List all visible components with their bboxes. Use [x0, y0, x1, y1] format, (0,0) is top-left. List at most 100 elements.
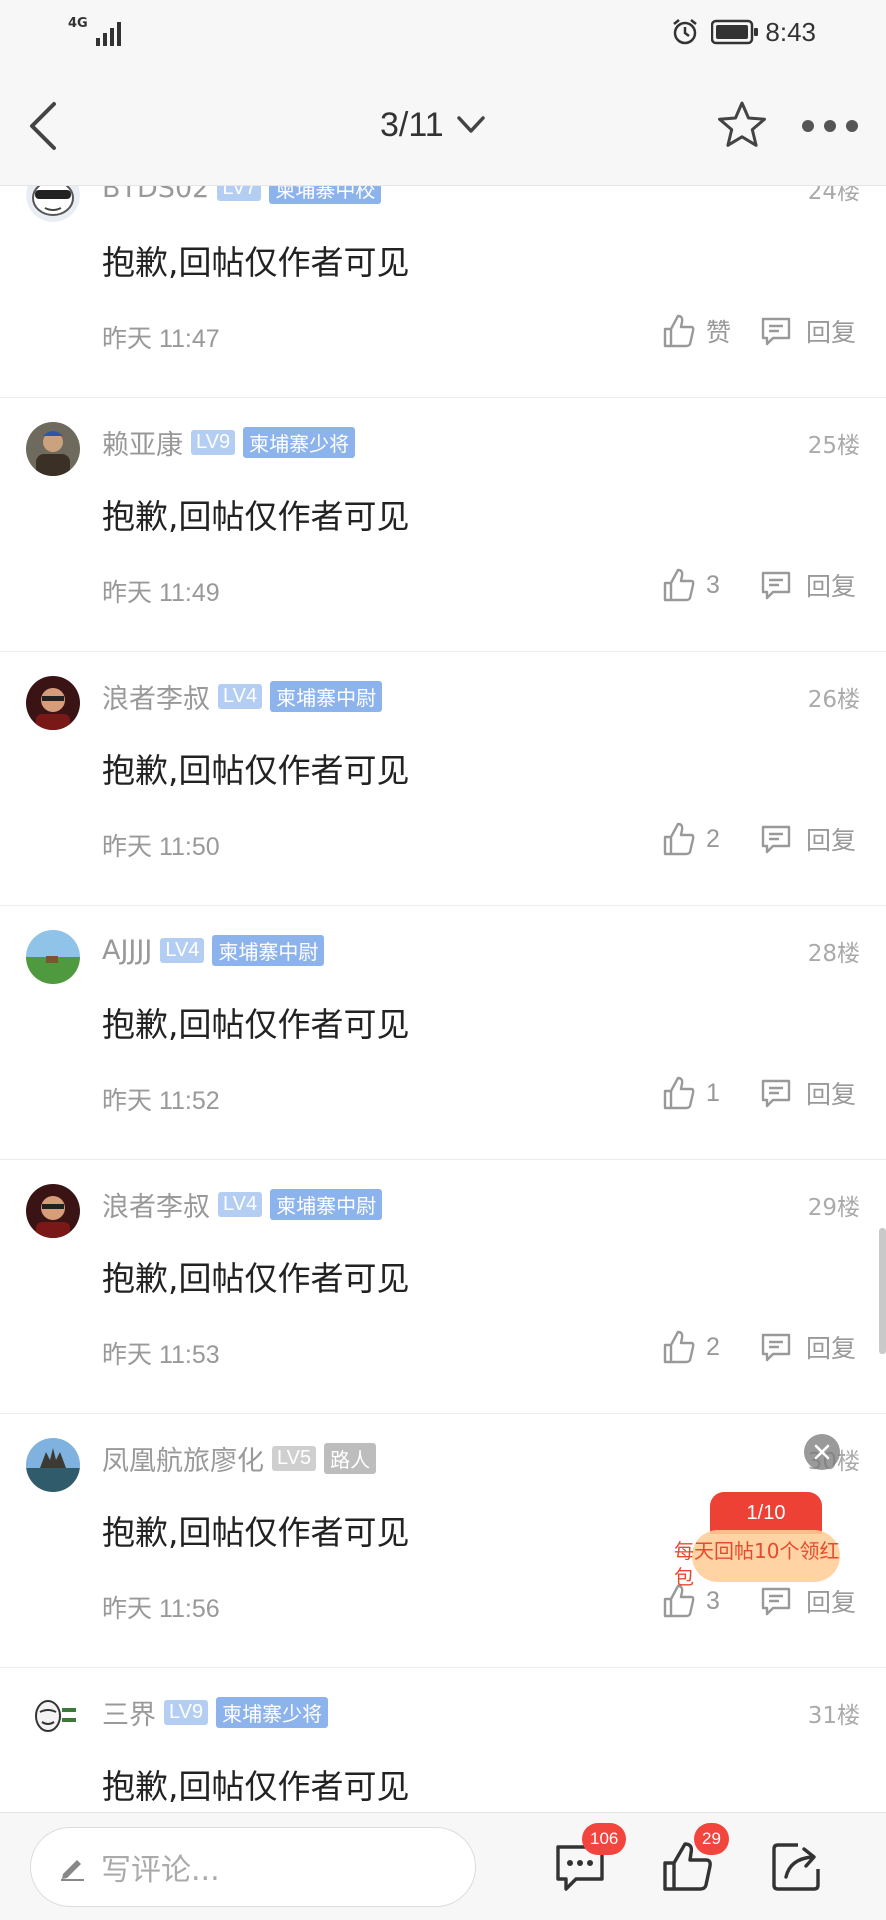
reply-author: 凤凰航旅廖化 LV5 路人 — [102, 1438, 377, 1478]
username[interactable]: 赖亚康 — [102, 423, 183, 462]
share-icon[interactable] — [768, 1839, 824, 1895]
avatar[interactable] — [26, 186, 80, 222]
reply-content: 抱歉,回帖仅作者可见 — [102, 243, 410, 282]
top-navigation-bar: 3/11 — [0, 66, 886, 186]
level-badge: LV4 — [218, 683, 263, 709]
avatar[interactable] — [26, 422, 80, 476]
avatar[interactable] — [26, 676, 80, 730]
network-indicator: 4G — [68, 14, 128, 50]
scrollbar[interactable] — [879, 1228, 886, 1354]
level-badge: LV9 — [164, 1699, 209, 1725]
username[interactable]: 凤凰航旅廖化 — [102, 1439, 264, 1478]
reply-content: 抱歉,回帖仅作者可见 — [102, 1259, 410, 1298]
like-count: 1 — [706, 1078, 720, 1107]
pencil-icon — [61, 1860, 84, 1881]
reply-button[interactable]: 回复 — [760, 1071, 856, 1115]
like-button[interactable]: 2 — [662, 1325, 720, 1369]
username[interactable]: AJJJJ — [102, 935, 152, 966]
rank-badge: 柬埔寨少将 — [216, 1696, 329, 1728]
username[interactable]: 浪者李叔 — [102, 1185, 210, 1224]
like-count: 2 — [706, 1332, 720, 1361]
reply-author: 赖亚康 LV9 柬埔寨少将 — [102, 422, 356, 462]
rank-badge: 柬埔寨中校 — [269, 186, 382, 204]
page-selector[interactable]: 3/11 — [380, 98, 486, 152]
back-icon[interactable] — [26, 100, 60, 152]
reply-item: BTDS02 LV7 柬埔寨中校 24楼 抱歉,回帖仅作者可见 昨天 11:47… — [0, 186, 886, 398]
reply-time: 昨天 11:47 — [102, 325, 220, 353]
floor-number: 31楼 — [807, 1703, 860, 1729]
reply-icon — [761, 1079, 791, 1108]
likes-count-badge: 29 — [694, 1823, 729, 1855]
reply-label: 回复 — [806, 1080, 857, 1109]
reply-item: 浪者李叔 LV4 柬埔寨中尉 26楼 抱歉,回帖仅作者可见 昨天 11:50 2… — [0, 652, 886, 906]
reply-content: 抱歉,回帖仅作者可见 — [102, 1513, 410, 1552]
status-time: 8:43 — [765, 16, 816, 47]
username[interactable]: 三界 — [102, 1693, 156, 1732]
alarm-icon — [673, 19, 698, 45]
red-packet-promo[interactable]: 1/10 每天回帖10个领红包 — [668, 1434, 840, 1600]
floor-number: 26楼 — [807, 687, 860, 713]
avatar[interactable] — [26, 1184, 80, 1238]
reply-time: 昨天 11:49 — [102, 579, 220, 607]
floor-number: 29楼 — [807, 1195, 860, 1221]
like-count: 3 — [706, 570, 720, 599]
reply-button[interactable]: 回复 — [760, 309, 856, 353]
promo-close-button[interactable] — [804, 1434, 840, 1470]
level-badge: LV4 — [160, 937, 205, 963]
avatar[interactable] — [26, 1438, 80, 1492]
signal-icon — [96, 22, 121, 46]
reply-button[interactable]: 回复 — [760, 817, 856, 861]
like-button[interactable]: 2 — [662, 817, 720, 861]
rank-badge: 柬埔寨中尉 — [212, 934, 325, 966]
like-button[interactable]: 1 — [662, 1071, 720, 1115]
like-button[interactable]: 3 — [662, 563, 720, 607]
username[interactable]: 浪者李叔 — [102, 677, 210, 716]
reply-content: 抱歉,回帖仅作者可见 — [102, 1767, 410, 1806]
reply-author: 浪者李叔 LV4 柬埔寨中尉 — [102, 1184, 383, 1224]
thumbs-up-icon — [663, 568, 695, 602]
level-badge: LV5 — [272, 1445, 317, 1471]
comment-placeholder: 写评论... — [101, 1853, 220, 1888]
reply-author: 浪者李叔 LV4 柬埔寨中尉 — [102, 676, 383, 716]
reply-author: AJJJJ LV4 柬埔寨中尉 — [102, 930, 325, 970]
reply-item: 浪者李叔 LV4 柬埔寨中尉 29楼 抱歉,回帖仅作者可见 昨天 11:53 2… — [0, 1160, 886, 1414]
chevron-down-icon — [456, 116, 485, 133]
reply-author: 三界 LV9 柬埔寨少将 — [102, 1692, 329, 1732]
reply-item: 三界 LV9 柬埔寨少将 31楼 抱歉,回帖仅作者可见 — [0, 1668, 886, 1812]
reply-button[interactable]: 回复 — [760, 1325, 856, 1369]
level-badge: LV7 — [217, 186, 262, 201]
floor-number: 25楼 — [807, 433, 860, 459]
reply-icon — [761, 1333, 791, 1362]
reply-item: AJJJJ LV4 柬埔寨中尉 28楼 抱歉,回帖仅作者可见 昨天 11:52 … — [0, 906, 886, 1160]
username[interactable]: BTDS02 — [102, 186, 209, 204]
reply-time: 昨天 11:52 — [102, 1087, 220, 1115]
avatar[interactable] — [26, 1692, 80, 1746]
reply-time: 昨天 11:53 — [102, 1341, 220, 1369]
reply-content: 抱歉,回帖仅作者可见 — [102, 1005, 410, 1044]
reply-button[interactable]: 回复 — [760, 563, 856, 607]
comment-input[interactable]: 写评论... — [30, 1827, 476, 1907]
page-indicator: 3/11 — [380, 105, 444, 144]
rank-badge: 路人 — [324, 1442, 377, 1474]
thumbs-up-icon — [663, 822, 695, 856]
reply-icon — [761, 571, 791, 600]
level-badge: LV4 — [218, 1191, 263, 1217]
like-count: 赞 — [706, 319, 732, 347]
status-bar: 4G 8:43 — [0, 0, 886, 66]
reply-icon — [761, 825, 791, 854]
avatar[interactable] — [26, 930, 80, 984]
more-icon[interactable] — [800, 116, 860, 136]
status-right: 8:43 — [671, 14, 816, 50]
floor-number: 28楼 — [807, 941, 860, 967]
promo-text: 每天回帖10个领红包 — [674, 1539, 840, 1589]
reply-label: 回复 — [806, 1334, 857, 1363]
network-label: 4G — [68, 16, 88, 31]
level-badge: LV9 — [191, 429, 236, 455]
like-button[interactable]: 赞 — [662, 309, 731, 353]
reply-author: BTDS02 LV7 柬埔寨中校 — [102, 186, 382, 208]
thumbs-up-icon — [663, 314, 695, 348]
reply-label: 回复 — [806, 826, 857, 855]
comments-count-badge: 106 — [582, 1823, 627, 1855]
reply-time: 昨天 11:56 — [102, 1595, 220, 1623]
star-icon[interactable] — [716, 100, 768, 150]
